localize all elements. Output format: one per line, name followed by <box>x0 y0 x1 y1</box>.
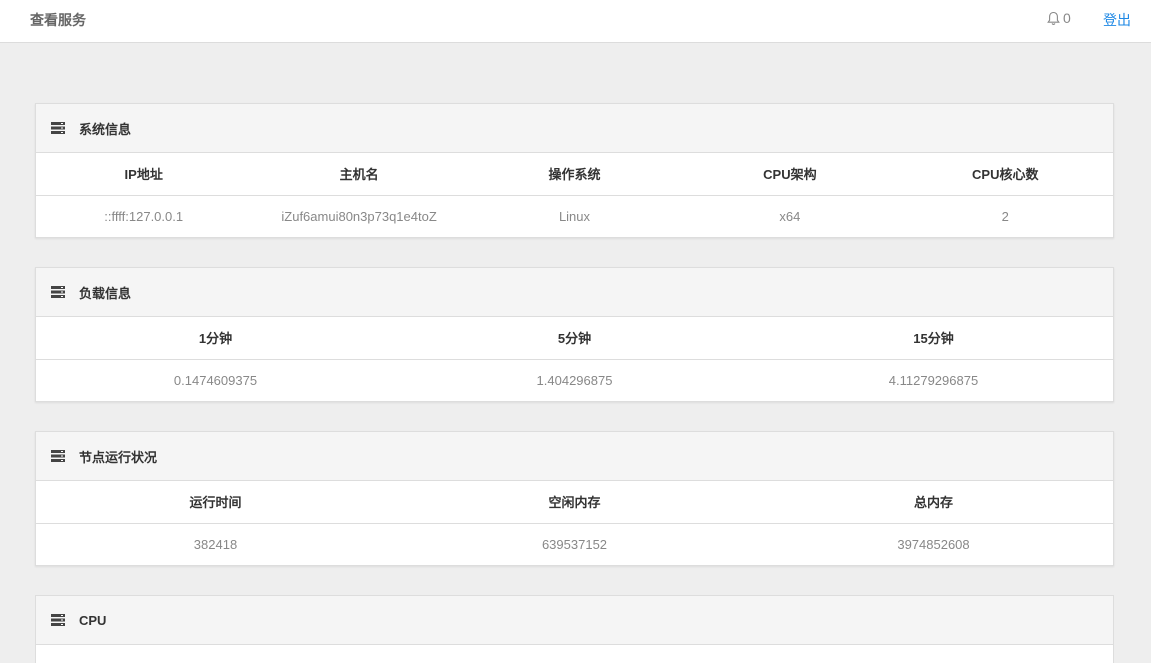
column-header: 运行时间 <box>36 481 395 524</box>
load-5min-value: 1.404296875 <box>536 372 613 388</box>
load-1min-value: 0.1474609375 <box>173 372 258 388</box>
node-status-table: 运行时间 空闲内存 总内存 382418 639537152 397485260… <box>36 481 1113 565</box>
cpu-arch-value: x64 <box>779 208 801 224</box>
node-status-panel: 节点运行状况 运行时间 空闲内存 总内存 382418 639537152 39… <box>35 431 1114 566</box>
panel-header: CPU <box>36 596 1113 645</box>
top-bar: 查看服务 0 登出 <box>0 0 1151 43</box>
column-header: 5分钟 <box>395 317 754 360</box>
load-info-panel: 负载信息 1分钟 5分钟 15分钟 0.1474609375 1.4042968… <box>35 267 1114 402</box>
ip-address-value: ::ffff:127.0.0.1 <box>104 208 184 224</box>
column-header: IP地址 <box>36 153 252 196</box>
server-stack-icon <box>51 122 65 134</box>
load-15min-value: 4.11279296875 <box>888 372 979 388</box>
server-stack-icon <box>51 450 65 462</box>
server-stack-icon <box>51 286 65 298</box>
system-info-panel: 系统信息 IP地址 主机名 操作系统 CPU架构 CPU核心数 ::ffff:1… <box>35 103 1114 238</box>
logout-link[interactable]: 登出 <box>1103 10 1131 30</box>
column-header: 1分钟 <box>36 317 395 360</box>
os-value: Linux <box>558 208 591 224</box>
cpu-cores-value: 2 <box>1001 208 1009 224</box>
panel-title: 负载信息 <box>79 285 132 301</box>
table-row: ::ffff:127.0.0.1 iZuf6amui80n3p73q1e4toZ… <box>36 195 1113 237</box>
table-row: 0.1474609375 1.404296875 4.11279296875 <box>36 359 1113 401</box>
column-header: 主机名 <box>251 153 467 196</box>
page-title: 查看服务 <box>30 12 86 28</box>
notifications-button[interactable]: 0 <box>1047 10 1071 26</box>
table-row: 382418 639537152 3974852608 <box>36 523 1113 565</box>
panel-title: 节点运行状况 <box>79 449 158 465</box>
panel-header: 系统信息 <box>36 104 1113 153</box>
load-info-table: 1分钟 5分钟 15分钟 0.1474609375 1.404296875 4.… <box>36 317 1113 401</box>
total-memory-value: 3974852608 <box>897 536 970 552</box>
panel-header: 负载信息 <box>36 268 1113 317</box>
panel-title: 系统信息 <box>79 121 132 137</box>
column-header: 15分钟 <box>754 317 1113 360</box>
system-info-table: IP地址 主机名 操作系统 CPU架构 CPU核心数 ::ffff:127.0.… <box>36 153 1113 237</box>
free-memory-value: 639537152 <box>541 536 608 552</box>
notification-count: 0 <box>1063 10 1071 26</box>
panel-title: CPU <box>79 612 107 628</box>
column-header: CPU架构 <box>682 153 898 196</box>
column-header: 空闲内存 <box>395 481 754 524</box>
column-header: 总内存 <box>754 481 1113 524</box>
bell-icon <box>1047 11 1060 25</box>
cpu-panel: CPU <box>35 595 1114 663</box>
uptime-value: 382418 <box>193 536 238 552</box>
hostname-value: iZuf6amui80n3p73q1e4toZ <box>281 208 437 224</box>
server-stack-icon <box>51 614 65 626</box>
column-header: 操作系统 <box>466 153 683 196</box>
panel-header: 节点运行状况 <box>36 432 1113 481</box>
column-header: CPU核心数 <box>897 153 1113 196</box>
